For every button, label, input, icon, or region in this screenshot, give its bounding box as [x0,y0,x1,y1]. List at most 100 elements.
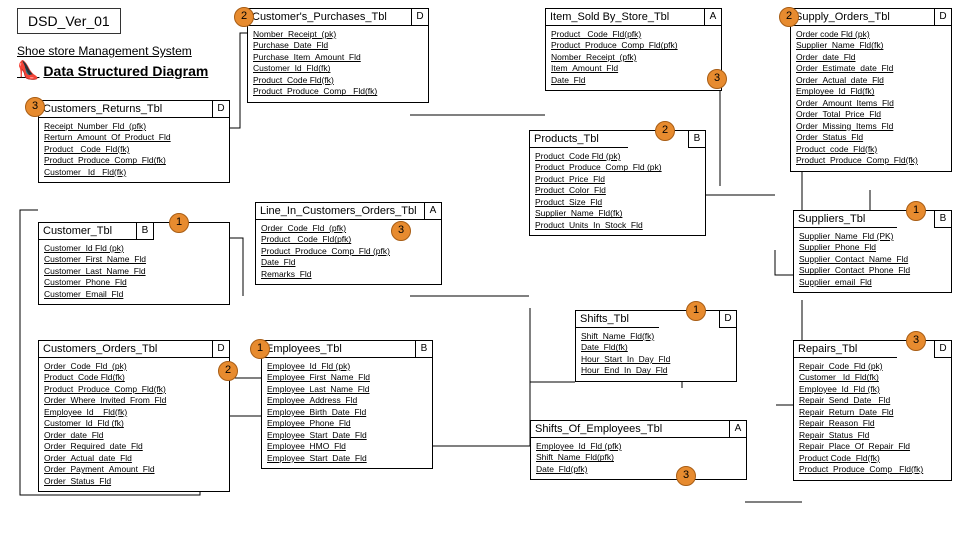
corner-letter: A [424,202,442,220]
field: Hour_Start_In_Day_Fld [581,354,731,365]
field: Product_Produce_Comp_Fld (pfk) [261,246,436,257]
page-title: Shoe store Management System [17,44,192,58]
table-fields: Shift_Name_Fld(fk)Date_Fld(fk)Hour_Start… [576,328,736,381]
table-title: Shifts_Tbl [576,311,659,328]
field: Hour_End_In_Day_Fld [581,365,731,376]
field: Employee_Last_Name_Fld [267,384,427,395]
field: Employee_Start_Date_Fld [267,430,427,441]
field: Date_Fld(pfk) [536,464,741,475]
field: Date_Fld(fk) [581,342,731,353]
field: Supplier_Name_Fld(fk) [535,208,700,219]
field: Date_Fld [551,75,716,86]
field: Order_Code_Fld_(pk) [44,361,224,372]
field: Rerturn_Amount_Of_Product_Fld [44,132,224,143]
table-title: Customer's_Purchases_Tbl [248,9,428,26]
table-fields: Product _Code_Fld(pfk)Product_Produce_Co… [546,26,721,90]
field: Customer_Id Fld (pk) [44,243,224,254]
table-fields: Nomber_Receipt_(pk)Purchase_Date_FldPurc… [248,26,428,102]
field: Product_Produce_Comp_Fld(fk) [796,155,946,166]
field: Customer_Last_Name_Fld [44,266,224,277]
field: Item_Amount_Fld [551,63,716,74]
corner-letter: D [212,340,230,358]
field: Order_date_Fld [796,52,946,63]
field: Product_Produce_Comp_ Fld(fk) [799,464,946,475]
field: Employee_Id_Fld (pfk) [536,441,741,452]
field: Order_Total_Price_Fld [796,109,946,120]
table-fields: Repair_Code_Fld (pk)Customer _Id_Fld(fk)… [794,358,951,480]
table-repairs: Repairs_Tbl 3 D Repair_Code_Fld (pk)Cust… [793,340,952,481]
field: Product_ Code_Fld(pfk) [261,234,436,245]
table-fields: Customer_Id Fld (pk)Customer_First_Name_… [39,240,229,304]
table-shifts: Shifts_Tbl 1 D Shift_Name_Fld(fk)Date_Fl… [575,310,737,382]
table-line-in-orders: Line_In_Customers_Orders_Tbl A 3 Order_C… [255,202,442,285]
field: Supplier_Name_Fld(fk) [796,40,946,51]
field: Employee_Birth_Date_Fld [267,407,427,418]
field: Order_Status_Fld [44,476,224,487]
field: Customer_First_Name_Fld [44,254,224,265]
table-title: Supply_Orders_Tbl [791,9,951,26]
field: Repair_Reason_Fld [799,418,946,429]
field: Nomber_Receipt_(pk) [253,29,423,40]
field: Order code Fld (pk) [796,29,946,40]
field: Supplier_Contact_Phone_Fld [799,265,946,276]
corner-letter: D [212,100,230,118]
table-title: Line_In_Customers_Orders_Tbl [256,203,441,220]
table-products: Products_Tbl 2 B Product_Code Fld (pk)Pr… [529,130,706,236]
table-title: Customers_Orders_Tbl [39,341,229,358]
corner-letter: B [934,210,952,228]
field: Customer_Email_Fld [44,289,224,300]
table-fields: Supplier_Name_Fld (PK)Supplier_Phone_Fld… [794,228,951,292]
table-fields: Order_Code_Fld_(pfk)Product_ Code_Fld(pf… [256,220,441,284]
field: Repair_Send_Date _Fld [799,395,946,406]
field: Remarks_Fld [261,269,436,280]
corner-letter: D [411,8,429,26]
table-title: Products_Tbl [530,131,628,148]
field: Employee_Start_Date_Fld [267,453,427,464]
field: Shift_Name_Fld(fk) [581,331,731,342]
field: Product Code_Fld(fk) [799,453,946,464]
field: Customer _Id_Fld(fk) [799,372,946,383]
field: Product_Code Fld(fk) [44,372,224,383]
field: Date_Fld [261,257,436,268]
field: Employee_Address_Fld [267,395,427,406]
table-customers-returns: 3 Customers_Returns_Tbl D Receipt_Number… [38,100,230,183]
field: Order_Missing_Items_Fld [796,121,946,132]
field: Employee_Id__Fld(fk) [44,407,224,418]
field: Order_Where_Invited_From_Fld [44,395,224,406]
table-title: Item_Sold By_Store_Tbl [546,9,721,26]
field: Shift_Name_Fld(pfk) [536,452,741,463]
page-subtitle: 👠 Data Structured Diagram [17,60,208,81]
badge: 3 [25,97,45,117]
table-employees: 1 Employees_Tbl B Employee_Id_Fld (pk)Em… [261,340,433,469]
field: Repair_Status_Fld [799,430,946,441]
field: Customer_Phone_Fld [44,277,224,288]
badge: 2 [655,121,675,141]
table-customers-orders: Customers_Orders_Tbl D 2 Order_Code_Fld_… [38,340,230,492]
corner-letter: A [729,420,747,438]
table-fields: Order_Code_Fld_(pk)Product_Code Fld(fk)P… [39,358,229,491]
field: Product_Produce_Comp_Fld(pfk) [551,40,716,51]
badge: 1 [169,213,189,233]
field: Employee_Id_Fld (fk) [799,384,946,395]
field: Supplier_Phone_Fld [799,242,946,253]
table-fields: Order code Fld (pk)Supplier_Name_Fld(fk)… [791,26,951,171]
field: Repair_Return_Date_Fld [799,407,946,418]
table-title: Customers_Returns_Tbl [39,101,229,118]
field: Product_Code Fld (pk) [535,151,700,162]
field: Product_Color_Fld [535,185,700,196]
table-customer: Customer_Tbl 1 B Customer_Id Fld (pk)Cus… [38,222,230,305]
table-fields: Product_Code Fld (pk)Product_Produce_Com… [530,148,705,235]
table-supply-orders: 2 Supply_Orders_Tbl D Order code Fld (pk… [790,8,952,172]
field: Order_Actual_date_Fld [796,75,946,86]
badge: 2 [779,7,799,27]
dsd-version-text: DSD_Ver_01 [28,13,110,29]
table-suppliers: Suppliers_Tbl 1 B Supplier_Name_Fld (PK)… [793,210,952,293]
field: Product_code_Fld(fk) [796,144,946,155]
badge: 2 [234,7,254,27]
badge: 1 [250,339,270,359]
table-title: Employees_Tbl [262,341,432,358]
badge: 3 [707,69,727,89]
corner-letter: D [719,310,737,328]
table-customers-purchases: 2 Customer's_Purchases_Tbl D Nomber_Rece… [247,8,429,103]
table-title: Repairs_Tbl [794,341,897,358]
